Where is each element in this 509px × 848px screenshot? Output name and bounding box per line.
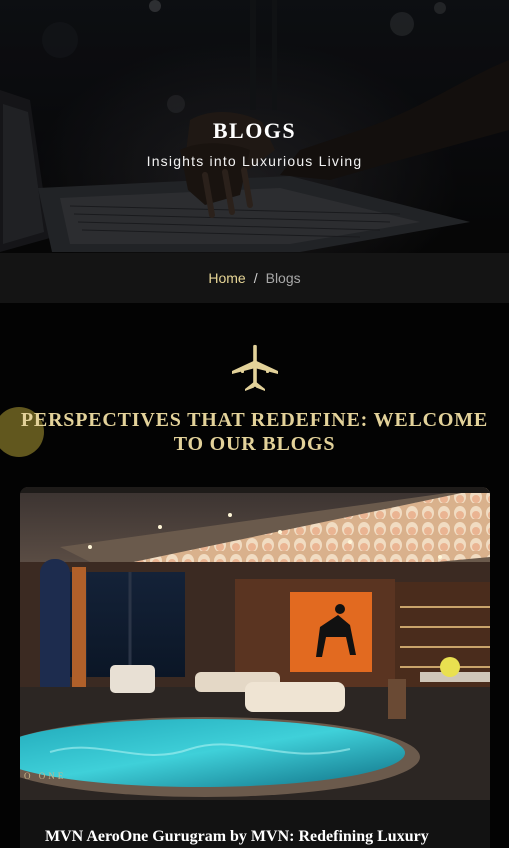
image-watermark: O ONE	[24, 771, 66, 781]
page-subtitle: Insights into Luxurious Living	[146, 153, 363, 169]
page-title: BLOGS	[212, 118, 297, 143]
breadcrumb-separator: /	[253, 270, 258, 286]
section-heading: PERSPECTIVES THAT REDEFINE: WELCOME TO O…	[20, 409, 489, 455]
breadcrumb-current: Blogs	[265, 270, 301, 286]
breadcrumb: Home / Blogs	[0, 253, 509, 303]
breadcrumb-home-link[interactable]: Home	[208, 270, 245, 286]
blog-card-title[interactable]: MVN AeroOne Gurugram by MVN: Redefining …	[45, 828, 485, 846]
hero-banner: BLOGS Insights into Luxurious Living	[0, 0, 509, 253]
blog-card-image[interactable]: O ONE	[20, 487, 490, 800]
blog-card[interactable]: O ONE MVN AeroOne Gurugram by MVN: Redef…	[20, 487, 490, 848]
airplane-icon	[232, 344, 278, 391]
